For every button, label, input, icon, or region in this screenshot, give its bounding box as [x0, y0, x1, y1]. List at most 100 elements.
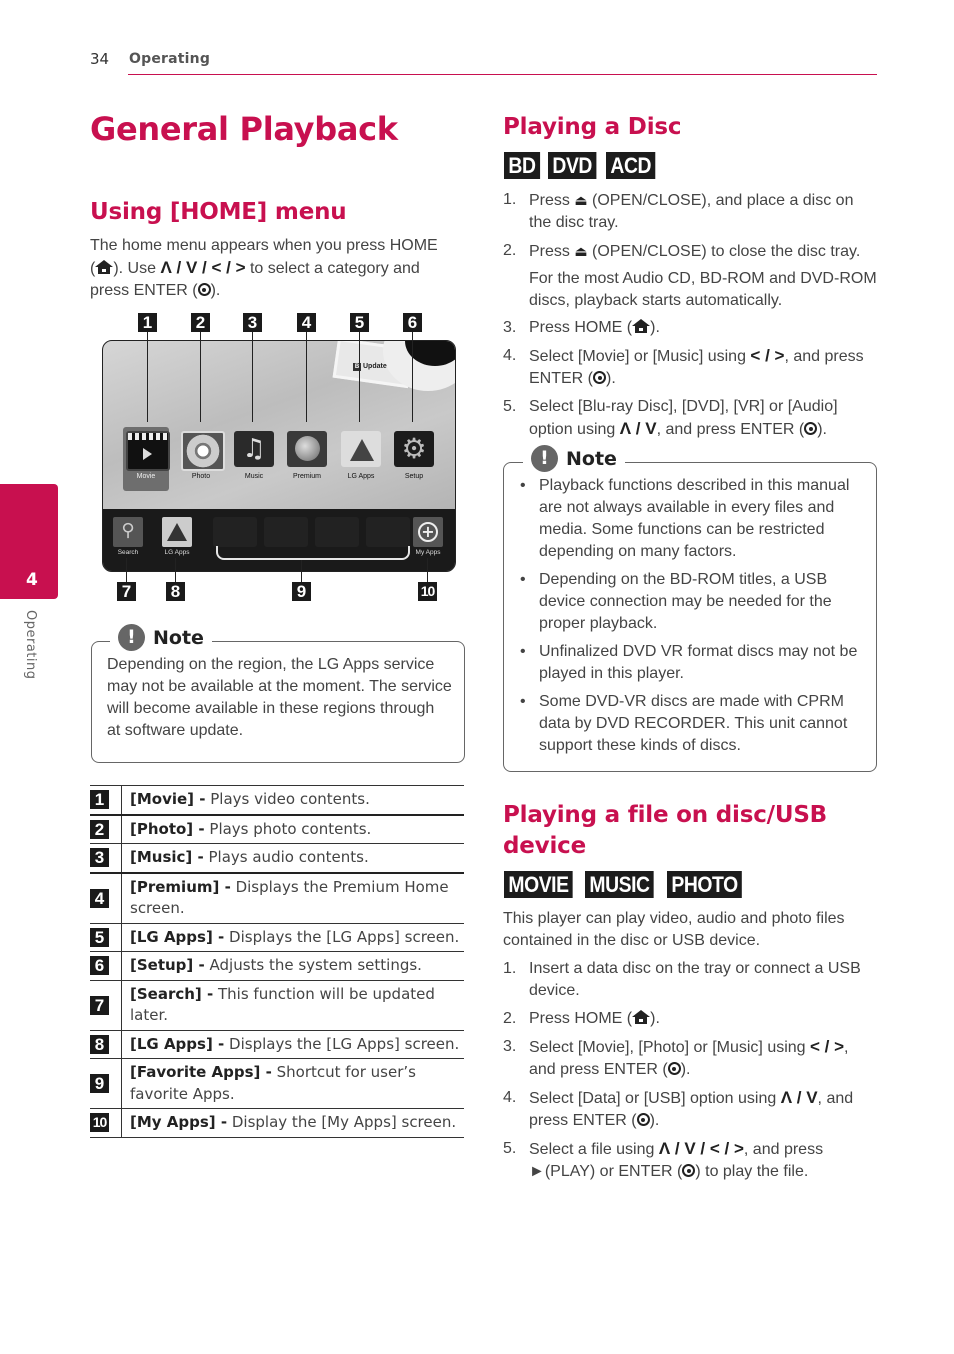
step-text: Select [Data] or [USB] option using: [529, 1090, 781, 1107]
legend-item-name: [LG Apps] -: [130, 1034, 225, 1053]
premium-icon[interactable]: [287, 431, 327, 467]
eject-icon: ⏏: [574, 192, 588, 208]
legend-item-desc: Displays the [LG Apps] screen.: [224, 1034, 460, 1053]
enter-icon: [197, 283, 211, 296]
header-rule: [128, 74, 877, 75]
enter-icon: [804, 422, 818, 435]
exclamation-icon: !: [118, 624, 145, 651]
legend-item-desc: Displays the [LG Apps] screen.: [224, 927, 460, 946]
legend-description: [Music] - Plays audio contents.: [121, 843, 464, 873]
legend-item-desc: Plays audio contents.: [203, 848, 369, 866]
intro-use: ). Use: [113, 260, 161, 277]
legend-item-desc: Display the [My Apps] screen.: [227, 1113, 457, 1131]
search-icon[interactable]: ⚲: [113, 517, 143, 547]
callout-2: 2: [191, 313, 210, 332]
legend-number-cell: 8: [90, 1029, 122, 1059]
arrow-keys-symbol: Λ / V / < / >: [160, 258, 246, 277]
left-right-keys-symbol: < / >: [750, 346, 785, 365]
step-text: ).: [650, 1010, 660, 1027]
favorite-slot[interactable]: [366, 517, 410, 547]
step-text: Select [Movie], [Photo] or [Music] using: [529, 1039, 811, 1056]
movie-icon[interactable]: [126, 431, 170, 471]
step-text: ).: [606, 370, 616, 387]
note-header: ! Note: [523, 445, 625, 472]
legend-description: [LG Apps] - Displays the [LG Apps] scree…: [121, 922, 464, 952]
legend-number-cell: 6: [90, 951, 122, 980]
callout-10: 10: [418, 582, 437, 601]
section-heading-playing-disc: Playing a Disc: [503, 114, 682, 140]
file-step-3: 3. Select [Movie], [Photo] or [Music] usi…: [503, 1036, 878, 1081]
leader-line: [306, 332, 307, 422]
favorite-slot[interactable]: [315, 517, 359, 547]
photo-icon[interactable]: [181, 431, 225, 471]
step-text: , and press ENTER (: [656, 421, 805, 438]
tile-label-lg-apps: LG Apps: [347, 473, 375, 480]
legend-item-name: [LG Apps] -: [130, 927, 225, 946]
section-heading-playing-file: Playing a file on disc/USB device: [503, 802, 828, 859]
legend-row: 6 [Setup] - Adjusts the system settings.: [90, 951, 464, 980]
callout-4: 4: [297, 313, 316, 332]
eject-icon: ⏏: [574, 243, 588, 259]
legend-item-name: [Movie] -: [130, 790, 206, 808]
music-icon[interactable]: ♫: [234, 431, 274, 467]
my-apps-plus-icon[interactable]: +: [413, 517, 443, 547]
legend-item-name: [Search] -: [130, 984, 214, 1003]
callout-6: 6: [90, 956, 109, 976]
enter-icon: [682, 1164, 696, 1177]
file-step-5: 5. Select a file using Λ / V / < / >, and…: [503, 1138, 878, 1183]
callout-6: 6: [403, 313, 422, 332]
step-text: ).: [680, 1061, 691, 1078]
callout-9: 9: [90, 1074, 109, 1093]
legend-description: [Photo] - Plays photo contents.: [121, 813, 464, 844]
setup-gear-icon[interactable]: ⚙: [394, 431, 434, 467]
note-text: Depending on the region, the LG Apps ser…: [107, 656, 452, 739]
callout-8: 8: [90, 1034, 109, 1054]
callout-8: 8: [166, 582, 185, 601]
callout-1: 1: [138, 313, 157, 332]
leader-line: [301, 560, 302, 582]
file-step-1: 1. Insert a data disc on the tray or conn…: [503, 958, 878, 1002]
note-title: Note: [566, 447, 617, 470]
intro-line-1: The home menu appears when you press HOM…: [90, 237, 438, 254]
callout-9: 9: [292, 582, 311, 601]
file-step-4: 4. Select [Data] or [USB] option using Λ …: [503, 1087, 878, 1132]
step-text: Press: [529, 243, 575, 260]
intro-enter: press ENTER (: [90, 282, 198, 299]
step-number: 2.: [503, 242, 517, 259]
badge-acd: ACD: [605, 152, 656, 179]
arrow-keys-symbol: Λ / V / < / >: [658, 1139, 744, 1158]
legend-row: 4 [Premium] - Displays the Premium Home s…: [90, 871, 464, 923]
badge-dvd: DVD: [547, 152, 597, 179]
legend-item-name: [Music] -: [130, 848, 204, 866]
lg-apps-shortcut-icon[interactable]: [162, 517, 192, 547]
home-menu-screenshot: B Update ♫ ⚙ Movie Photo Music Premium LG…: [102, 340, 456, 572]
disc-step-4: 4. Select [Movie] or [Music] using < / >,…: [503, 345, 878, 390]
step-text: Press HOME (: [529, 319, 633, 336]
step-text: ).: [649, 1112, 660, 1129]
callout-2: 2: [90, 819, 109, 839]
tile-label-movie: Movie: [136, 473, 156, 480]
file-steps: 1. Insert a data disc on the tray or conn…: [503, 958, 878, 1189]
running-header-section: Operating: [129, 51, 211, 67]
home-icon: [632, 319, 651, 333]
home-icon: [632, 1010, 651, 1024]
home-icon: [95, 260, 114, 274]
note-bullet: Depending on the BD-ROM titles, a USB de…: [520, 569, 865, 635]
note-bullet: Playback functions described in this man…: [520, 475, 865, 563]
step-number: 1.: [503, 191, 517, 208]
label-lg-apps: LG Apps: [164, 549, 190, 556]
page-number: 34: [90, 50, 110, 68]
up-down-keys-symbol: Λ / V: [619, 419, 657, 438]
leader-line: [147, 332, 148, 422]
step-text: ).: [817, 421, 827, 438]
note-bullet: Some DVD-VR discs are made with CPRM dat…: [520, 691, 865, 757]
favorite-slot[interactable]: [213, 517, 257, 547]
leader-line: [359, 332, 360, 422]
legend-description: [Setup] - Adjusts the system settings.: [121, 951, 464, 980]
lg-apps-icon[interactable]: [341, 431, 381, 467]
favorite-slot[interactable]: [264, 517, 308, 547]
step-number: 3.: [503, 319, 517, 336]
step-number: 5.: [503, 1140, 517, 1157]
left-right-keys-symbol: < / >: [810, 1037, 845, 1056]
legend-item-name: [Favorite Apps] -: [130, 1063, 272, 1081]
